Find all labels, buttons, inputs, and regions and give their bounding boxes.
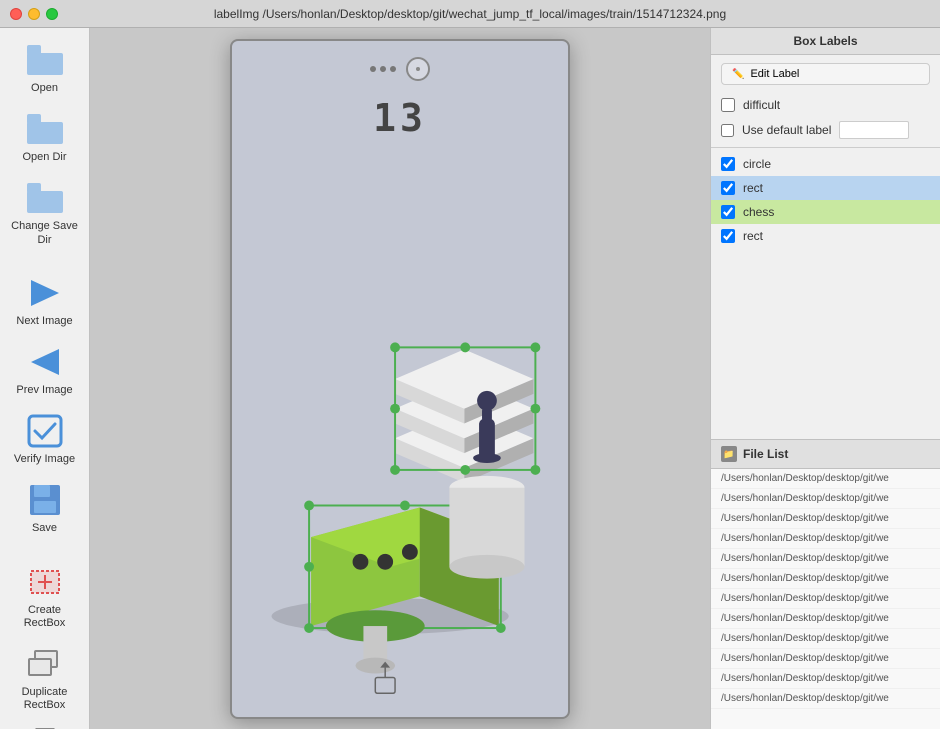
open-folder-icon [27, 42, 63, 78]
change-save-dir-label: Change Save Dir [9, 220, 81, 246]
main-layout: Open Open Dir Change Save Dir [0, 28, 940, 729]
sidebar-item-create-rectbox[interactable]: Create RectBox [5, 558, 85, 636]
edit-label-text: Edit Label [750, 68, 799, 80]
sidebar-item-open[interactable]: Open [5, 36, 85, 101]
sidebar: Open Open Dir Change Save Dir [0, 28, 90, 729]
box-labels-header: Box Labels [711, 28, 940, 55]
file-item-8[interactable]: /Users/honlan/Desktop/desktop/git/we [711, 629, 940, 649]
label-rect2-checkbox[interactable] [721, 229, 735, 243]
file-item-10[interactable]: /Users/honlan/Desktop/desktop/git/we [711, 669, 940, 689]
open-dir-label: Open Dir [22, 151, 66, 164]
title-bar: labelImg /Users/honlan/Desktop/desktop/g… [0, 0, 940, 28]
game-scene-svg [232, 41, 568, 717]
label-chess-checkbox[interactable] [721, 205, 735, 219]
label-chess-text: chess [743, 205, 774, 219]
save-icon [27, 482, 63, 518]
minimize-button[interactable] [28, 8, 40, 20]
window-title: labelImg /Users/honlan/Desktop/desktop/g… [214, 7, 726, 21]
chevron-area [35, 722, 55, 729]
sidebar-item-next-image[interactable]: Next Image [5, 269, 85, 334]
edit-label-icon: ✏️ [732, 69, 744, 80]
sidebar-item-save[interactable]: Save [5, 476, 85, 541]
label-circle-text: circle [743, 157, 771, 171]
labels-divider [711, 147, 940, 148]
next-image-label: Next Image [16, 315, 72, 328]
change-save-dir-folder-icon [27, 180, 63, 216]
file-item-9[interactable]: /Users/honlan/Desktop/desktop/git/we [711, 649, 940, 669]
file-item-5[interactable]: /Users/honlan/Desktop/desktop/git/we [711, 569, 940, 589]
create-rectbox-icon [27, 564, 63, 600]
open-label: Open [31, 82, 58, 95]
use-default-label-text: Use default label [742, 123, 831, 137]
save-label: Save [32, 522, 57, 535]
prev-image-label: Prev Image [16, 384, 72, 397]
next-image-icon [27, 275, 63, 311]
use-default-label-row: Use default label [711, 117, 940, 143]
difficult-checkbox[interactable] [721, 98, 735, 112]
sidebar-item-open-dir[interactable]: Open Dir [5, 105, 85, 170]
file-list[interactable]: /Users/honlan/Desktop/desktop/git/we /Us… [711, 469, 940, 729]
file-item-6[interactable]: /Users/honlan/Desktop/desktop/git/we [711, 589, 940, 609]
file-list-title: File List [743, 447, 788, 461]
maximize-button[interactable] [46, 8, 58, 20]
duplicate-rectbox-label: Duplicate RectBox [9, 686, 81, 712]
file-item-4[interactable]: /Users/honlan/Desktop/desktop/git/we [711, 549, 940, 569]
file-item-3[interactable]: /Users/honlan/Desktop/desktop/git/we [711, 529, 940, 549]
file-list-header: 📁 File List [711, 439, 940, 469]
sidebar-item-verify-image[interactable]: Verify Image [5, 407, 85, 472]
label-list: circle rect chess rect [711, 152, 940, 439]
label-circle-checkbox[interactable] [721, 157, 735, 171]
verify-image-icon [27, 413, 63, 449]
label-rect1-text: rect [743, 181, 763, 195]
prev-image-icon [27, 344, 63, 380]
use-default-label-checkbox[interactable] [721, 124, 734, 137]
duplicate-rectbox-icon [27, 646, 63, 682]
right-panel: Box Labels ✏️ Edit Label difficult Use d… [710, 28, 940, 729]
close-button[interactable] [10, 8, 22, 20]
label-item-chess[interactable]: chess [711, 200, 940, 224]
label-rect2-text: rect [743, 229, 763, 243]
phone-frame: 13 [230, 39, 570, 719]
sidebar-item-duplicate-rectbox[interactable]: Duplicate RectBox [5, 640, 85, 718]
file-item-0[interactable]: /Users/honlan/Desktop/desktop/git/we [711, 469, 940, 489]
difficult-label: difficult [743, 98, 780, 112]
label-rect1-checkbox[interactable] [721, 181, 735, 195]
verify-image-label: Verify Image [14, 453, 75, 466]
sidebar-item-prev-image[interactable]: Prev Image [5, 338, 85, 403]
default-label-input[interactable] [839, 121, 909, 139]
canvas-area: 13 [90, 28, 710, 729]
file-item-1[interactable]: /Users/honlan/Desktop/desktop/git/we [711, 489, 940, 509]
sidebar-item-change-save-dir[interactable]: Change Save Dir [5, 174, 85, 252]
file-item-7[interactable]: /Users/honlan/Desktop/desktop/git/we [711, 609, 940, 629]
edit-label-button[interactable]: ✏️ Edit Label [721, 63, 930, 85]
file-item-2[interactable]: /Users/honlan/Desktop/desktop/git/we [711, 509, 940, 529]
label-item-rect1[interactable]: rect [711, 176, 940, 200]
file-item-11[interactable]: /Users/honlan/Desktop/desktop/git/we [711, 689, 940, 709]
open-dir-folder-icon [27, 111, 63, 147]
label-item-rect2[interactable]: rect [711, 224, 940, 248]
traffic-lights [10, 8, 58, 20]
file-list-folder-icon: 📁 [721, 446, 737, 462]
create-rectbox-label: Create RectBox [9, 604, 81, 630]
label-item-circle[interactable]: circle [711, 152, 940, 176]
difficult-row: difficult [711, 93, 940, 117]
